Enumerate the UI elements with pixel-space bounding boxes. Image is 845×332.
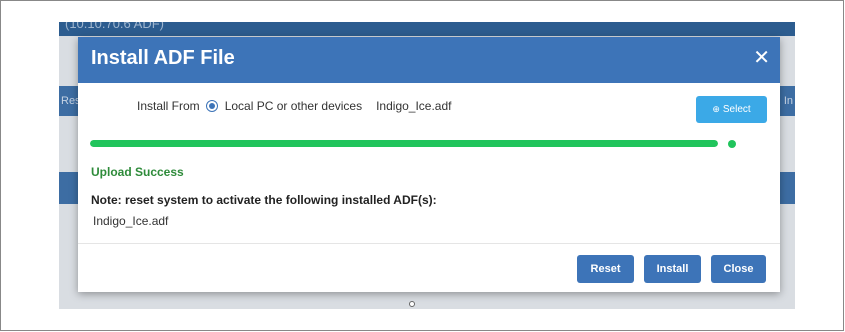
select-button-label: Select [722, 104, 751, 115]
local-pc-option-label[interactable]: Local PC or other devices [225, 99, 362, 113]
install-button[interactable]: Install [644, 255, 701, 283]
install-adf-dialog: Install ADF File ✕ Install From Local PC… [78, 37, 780, 292]
dialog-header: Install ADF File ✕ [78, 37, 780, 83]
background-band-right-text: In [783, 95, 793, 107]
screenshot-frame: (10.10.70.6 ADF) Res In Install ADF File… [0, 0, 844, 331]
select-file-button[interactable]: ⊕ Select [696, 96, 767, 123]
local-pc-radio[interactable] [205, 100, 218, 112]
upload-status-text: Upload Success [91, 165, 184, 179]
installed-file-item: Indigo_Ice.adf [93, 214, 169, 228]
reset-button[interactable]: Reset [577, 255, 634, 283]
background-title: (10.10.70.6 ADF) [59, 22, 795, 36]
selected-file-name: Indigo_Ice.adf [376, 99, 452, 113]
install-from-label: Install From [137, 99, 200, 113]
upload-icon: ⊕ [712, 104, 720, 114]
dialog-title: Install ADF File [91, 47, 235, 69]
upload-progress-fill [90, 140, 718, 147]
upload-complete-indicator [728, 140, 736, 148]
footer-divider [78, 243, 780, 244]
close-button[interactable]: Close [711, 255, 766, 283]
close-icon[interactable]: ✕ [753, 46, 770, 70]
upload-progress-bar [90, 140, 718, 147]
background-resize-handle[interactable] [409, 301, 415, 307]
install-from-row: Install From Local PC or other devices I… [137, 99, 452, 113]
reset-note: Note: reset system to activate the follo… [91, 193, 437, 207]
